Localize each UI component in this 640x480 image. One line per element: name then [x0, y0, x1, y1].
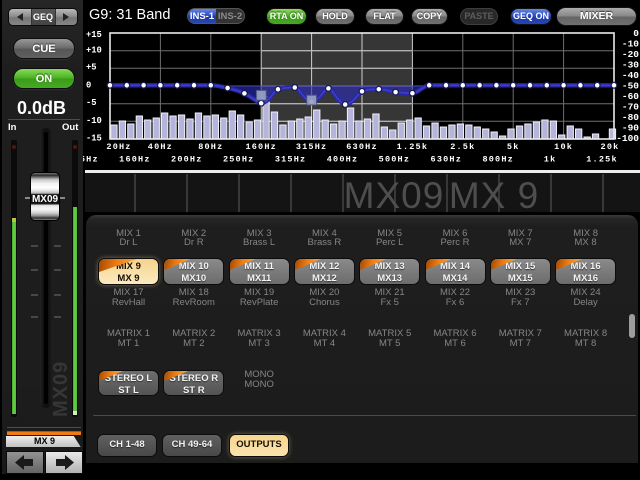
svg-text:0: 0: [86, 81, 91, 91]
svg-text:+15: +15: [86, 30, 102, 40]
svg-text:2.5k: 2.5k: [450, 142, 475, 152]
svg-text:-100: -100: [616, 133, 639, 144]
svg-text:-80: -80: [622, 112, 639, 123]
svg-text:160Hz: 160Hz: [245, 142, 277, 152]
svg-text:800Hz: 800Hz: [482, 155, 514, 165]
svg-text:-10: -10: [622, 38, 639, 49]
svg-text:-50: -50: [622, 80, 639, 91]
svg-text:1.25k: 1.25k: [586, 155, 618, 165]
svg-text:250Hz: 250Hz: [223, 155, 255, 165]
svg-text:40Hz: 40Hz: [148, 142, 173, 152]
svg-text:-30: -30: [622, 59, 639, 70]
svg-text:80Hz: 80Hz: [198, 142, 223, 152]
svg-text:+10: +10: [86, 45, 102, 55]
svg-text:1.25k: 1.25k: [397, 142, 429, 152]
svg-text:-90: -90: [622, 123, 639, 134]
svg-text:-5: -5: [86, 98, 97, 108]
svg-text:20k: 20k: [601, 142, 620, 152]
svg-text:1k: 1k: [544, 155, 557, 165]
svg-text:+5: +5: [86, 62, 97, 72]
svg-text:-20: -20: [622, 49, 639, 60]
svg-text:630Hz: 630Hz: [431, 155, 463, 165]
svg-text:10k: 10k: [554, 142, 573, 152]
svg-text:-70: -70: [622, 101, 639, 112]
svg-text:20Hz: 20Hz: [106, 142, 131, 152]
svg-text:315Hz: 315Hz: [275, 155, 307, 165]
svg-text:630Hz: 630Hz: [346, 142, 378, 152]
svg-text:5k: 5k: [507, 142, 520, 152]
svg-text:0: 0: [633, 28, 639, 39]
svg-text:-40: -40: [622, 70, 639, 81]
svg-text:-10: -10: [86, 116, 102, 126]
svg-text:160Hz: 160Hz: [119, 155, 151, 165]
svg-text:-60: -60: [622, 91, 639, 102]
svg-text:315Hz: 315Hz: [296, 142, 328, 152]
svg-text:200Hz: 200Hz: [171, 155, 203, 165]
svg-text:-15: -15: [86, 134, 102, 144]
svg-text:500Hz: 500Hz: [379, 155, 411, 165]
svg-text:400Hz: 400Hz: [327, 155, 359, 165]
